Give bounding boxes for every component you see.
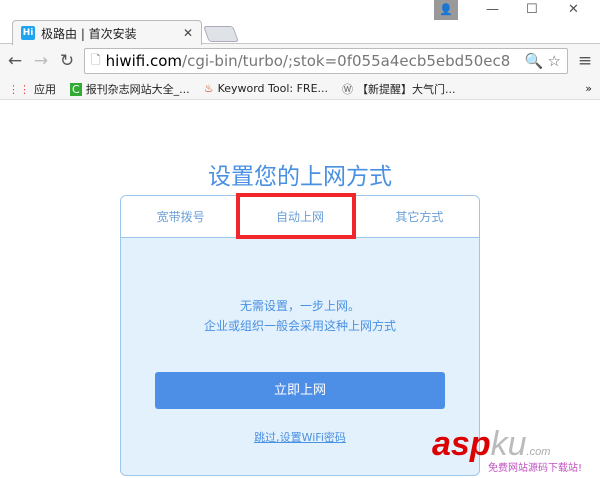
bookmark-item[interactable]: ♨ Keyword Tool: FRE... xyxy=(204,82,328,95)
apps-grid-icon: ⋮⋮ xyxy=(8,82,30,96)
reload-icon[interactable]: ↻ xyxy=(58,51,76,71)
browser-tab[interactable]: Hi 极路由 | 首次安装 ✕ xyxy=(12,20,202,45)
refresh-logo-icon: C xyxy=(70,82,82,96)
browser-toolbar: ← → ↻ 🗋 hiwifi.com/cgi-bin/turbo/;stok=0… xyxy=(0,44,600,78)
bookmark-label: 报刊杂志网站大全_... xyxy=(85,82,190,96)
close-tab-icon[interactable]: ✕ xyxy=(183,26,193,40)
minimize-icon[interactable]: — xyxy=(486,2,499,17)
hiwifi-favicon-icon: Hi xyxy=(21,26,35,40)
watermark-logo: aspku.com 免费网站源码下载站! xyxy=(432,425,582,474)
description-line-1: 无需设置，一步上网。 xyxy=(239,299,360,313)
maximize-icon[interactable]: ☐ xyxy=(526,2,538,17)
bookmark-item[interactable]: C 报刊杂志网站大全_... xyxy=(70,81,190,97)
bookmark-item[interactable]: Ⓦ 【新提醒】大气门... xyxy=(342,81,456,97)
bookmark-apps[interactable]: ⋮⋮ 应用 xyxy=(8,81,56,97)
menu-icon[interactable]: ≡ xyxy=(576,51,594,71)
search-icon[interactable]: 🔍 xyxy=(525,52,544,70)
watermark-ku: ku xyxy=(490,425,527,463)
wordpress-icon: Ⓦ xyxy=(342,82,354,96)
url-path: /cgi-bin/turbo/;stok=0f055a4ecb5ebd50ec8 xyxy=(182,52,511,70)
new-tab-button[interactable] xyxy=(203,26,239,42)
bookmark-label: Keyword Tool: FRE... xyxy=(217,82,329,95)
bookmark-label: 应用 xyxy=(34,82,56,96)
tab-title: 极路由 | 首次安装 xyxy=(41,26,137,41)
connect-button[interactable]: 立即上网 xyxy=(155,372,445,409)
watermark-slogan: 免费网站源码下载站! xyxy=(488,463,583,474)
description-line-2: 企业或组织一般会采用这种上网方式 xyxy=(203,319,396,333)
tab-other[interactable]: 其它方式 xyxy=(360,196,479,237)
highlight-box xyxy=(236,193,356,239)
flame-icon: ♨ xyxy=(203,82,214,95)
page-title: 设置您的上网方式 xyxy=(208,164,392,190)
more-bookmarks-button[interactable]: » xyxy=(585,82,592,95)
close-window-icon[interactable]: ✕ xyxy=(568,2,579,17)
address-bar[interactable]: 🗋 hiwifi.com/cgi-bin/turbo/;stok=0f055a4… xyxy=(84,48,568,74)
forward-icon[interactable]: → xyxy=(32,51,50,71)
page-icon: 🗋 xyxy=(91,52,101,67)
bookmark-label: 【新提醒】大气门... xyxy=(357,82,456,96)
bookmarks-bar: ⋮⋮ 应用 C 报刊杂志网站大全_... ♨ Keyword Tool: FRE...… xyxy=(0,78,600,100)
star-icon[interactable]: ☆ xyxy=(548,52,561,70)
url-host: hiwifi.com xyxy=(105,52,183,70)
profile-icon[interactable]: 👤 xyxy=(434,0,458,20)
title-bar: Hi 极路由 | 首次安装 ✕ 👤 — ☐ ✕ xyxy=(0,0,600,45)
tab-pppoe[interactable]: 宽带拨号 xyxy=(121,196,240,237)
watermark-com: .com xyxy=(526,446,551,458)
back-icon[interactable]: ← xyxy=(6,51,24,71)
watermark-asp: asp xyxy=(432,425,491,463)
description: 无需设置，一步上网。 企业或组织一般会采用这种上网方式 xyxy=(0,296,600,336)
